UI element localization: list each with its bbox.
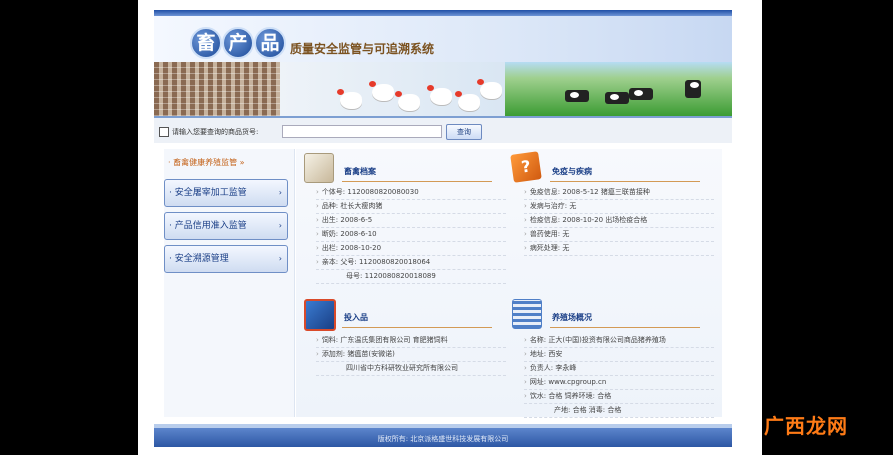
list-item: › 断奶: 2008-6-10 (316, 227, 506, 242)
search-input[interactable] (282, 125, 442, 138)
main-area: · 畜禽健康养殖监管 » · 安全屠宰加工监管 › · 产品信用准入监管 › ·… (154, 143, 732, 424)
sidebar-item-traceability[interactable]: · 安全溯源管理 › (164, 245, 288, 273)
sidebar-item-label: · 产品信用准入监管 (169, 221, 247, 231)
list-item: › 饮水: 合格 饲养环境: 合格 (524, 389, 714, 404)
list-item: › 免疫信息: 2008-5-12 猪瘟三联苗接种 (524, 185, 714, 200)
list-item: › 地址: 西安 (524, 347, 714, 362)
search-button[interactable]: 查询 (446, 124, 482, 140)
list-item: › 亲本: 父号: 1120080820018064 (316, 255, 506, 270)
content-area: 畜禽档案 › 个体号: 1120080820080030 › 品种: 杜长大瘦肉猪 … (296, 149, 722, 418)
inputs-panel: 投入品 › 饲料: 广东温氏集团有限公司 育肥猪饲料 › 添加剂: 猪瘟苗(安微诺)… (304, 299, 509, 409)
list-item: › 网址: www.cpgroup.cn (524, 375, 714, 390)
list-item: › 负责人: 李永峰 (524, 361, 714, 376)
list-item: › 检疫信息: 2008-10-20 出场检疫合格 (524, 213, 714, 228)
notepad-icon (512, 299, 542, 329)
panel-title: 免疫与疾病 (552, 167, 592, 176)
caged-poultry-photo (154, 62, 280, 116)
chevron-right-icon: › (278, 221, 282, 230)
site-subtitle: 质量安全监管与可追溯系统 (290, 42, 435, 56)
list-item: › 饲料: 广东温氏集团有限公司 育肥猪饲料 (316, 333, 506, 348)
livestock-records-panel: 畜禽档案 › 个体号: 1120080820080030 › 品种: 杜长大瘦肉猪 … (304, 153, 509, 293)
logo-char-2: 产 (222, 27, 254, 59)
list-item: › 名称: 正大(中国)投资有限公司商品猪养殖场 (524, 333, 714, 348)
cows-photo (505, 62, 732, 116)
list-item: › 病死处理: 无 (524, 241, 714, 256)
header-banner: 畜 产 品 质量安全监管与可追溯系统 (154, 10, 732, 116)
chickens-photo (280, 62, 505, 116)
farm-overview-panel: 养殖场概况 › 名称: 正大(中国)投资有限公司商品猪养殖场 › 地址: 西安 › 负… (512, 299, 717, 418)
sidebar-item-label: · 安全屠宰加工监管 (169, 188, 247, 198)
chevron-right-icon: › (278, 254, 282, 263)
sidebar-item-label: · 安全溯源管理 (169, 254, 229, 264)
banner-photos (154, 62, 732, 116)
folder-icon (304, 153, 334, 183)
list-item: 四川省中方科研牧业研究所有限公司 (316, 361, 506, 376)
logo-strip: 畜 产 品 质量安全监管与可追溯系统 (154, 16, 732, 62)
chevron-right-icon: › (278, 188, 282, 197)
watermark: 广西龙网 (764, 414, 848, 438)
list-item: › 添加剂: 猪瘟苗(安微诺) (316, 347, 506, 362)
panel-title: 养殖场概况 (552, 313, 592, 322)
page-frame: 畜 产 品 质量安全监管与可追溯系统 请输入您要查询的商品货号: 查询 · 畜禽… (138, 0, 762, 455)
footer: 版权所有: 北京派格盛世科技发展有限公司 (154, 428, 732, 447)
logo-char-3: 品 (254, 27, 286, 59)
sidebar: · 畜禽健康养殖监管 » · 安全屠宰加工监管 › · 产品信用准入监管 › ·… (164, 149, 295, 417)
search-checkbox-icon (159, 127, 169, 137)
question-book-icon: ? (510, 151, 542, 183)
list-item: 母号: 1120080820018089 (316, 269, 506, 284)
sidebar-item-slaughter-supervision[interactable]: · 安全屠宰加工监管 › (164, 179, 288, 207)
list-item: › 个体号: 1120080820080030 (316, 185, 506, 200)
book-stack-icon (304, 299, 336, 331)
list-item: › 品种: 杜长大瘦肉猪 (316, 199, 506, 214)
sidebar-item-credit-access[interactable]: · 产品信用准入监管 › (164, 212, 288, 240)
sidebar-item-breeding-supervision[interactable]: · 畜禽健康养殖监管 » (164, 154, 293, 172)
immunity-disease-panel: ? 免疫与疾病 › 免疫信息: 2008-5-12 猪瘟三联苗接种 › 发病与治疗:… (510, 151, 717, 293)
list-item: › 兽药使用: 无 (524, 227, 714, 242)
search-bar: 请输入您要查询的商品货号: 查询 (154, 116, 732, 145)
list-item: › 出生: 2008-6-5 (316, 213, 506, 228)
list-item: › 出栏: 2008-10-20 (316, 241, 506, 256)
list-item: › 发病与治疗: 无 (524, 199, 714, 214)
list-item: 产地: 合格 消毒: 合格 (524, 403, 714, 418)
panel-title: 投入品 (344, 313, 368, 322)
logo-char-1: 畜 (190, 27, 222, 59)
panel-title: 畜禽档案 (344, 167, 376, 176)
search-label: 请输入您要查询的商品货号: (172, 128, 259, 136)
